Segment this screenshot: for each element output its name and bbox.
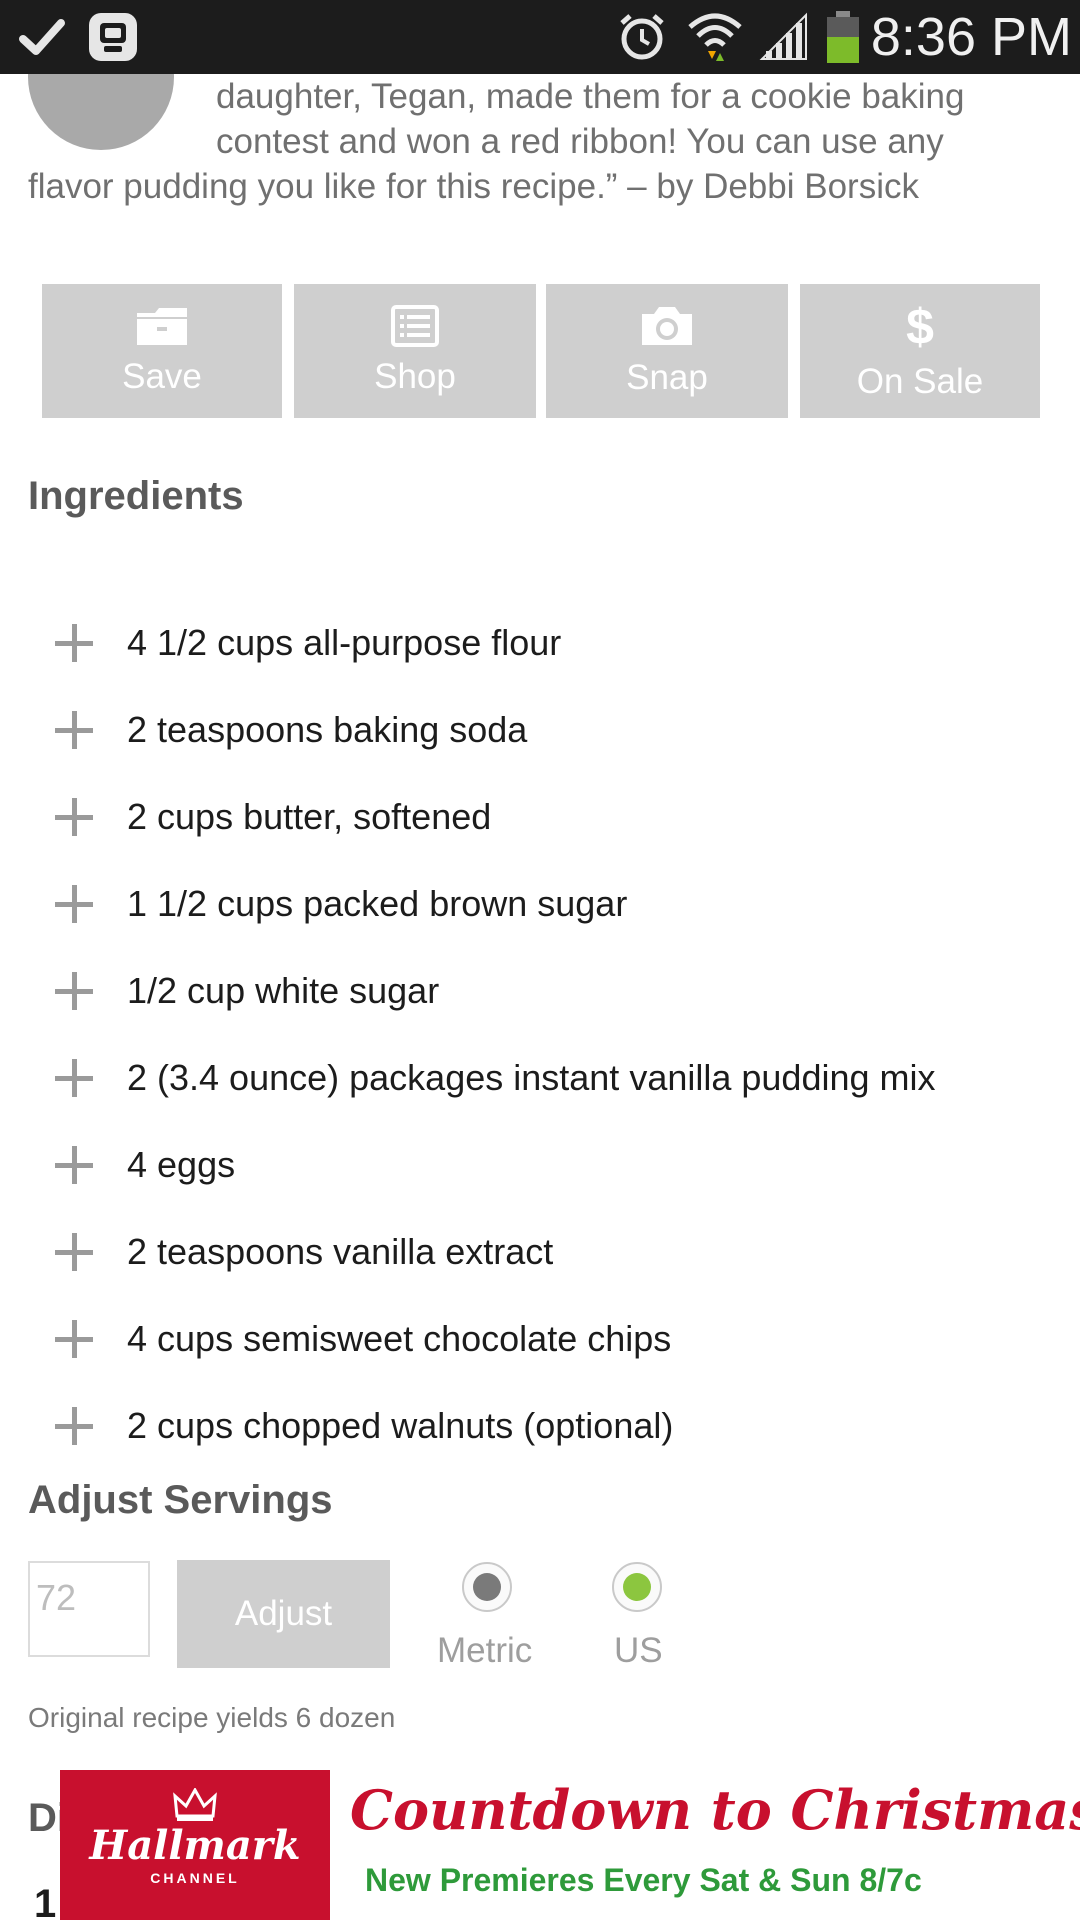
dollar-icon: $ bbox=[906, 300, 934, 352]
battery-icon bbox=[824, 0, 862, 74]
list-icon bbox=[391, 305, 439, 347]
adjust-servings-heading: Adjust Servings bbox=[28, 1478, 333, 1522]
ad-brand-sub: CHANNEL bbox=[150, 1870, 240, 1886]
ingredient-item[interactable]: 4 cups semisweet chocolate chips bbox=[0, 1295, 1080, 1382]
ingredient-text: 2 teaspoons baking soda bbox=[127, 708, 528, 750]
adjust-button[interactable]: Adjust bbox=[177, 1560, 390, 1668]
save-button[interactable]: Save bbox=[42, 284, 282, 418]
plus-icon[interactable] bbox=[55, 884, 93, 923]
plus-icon[interactable] bbox=[55, 1145, 93, 1184]
status-bar: 8:36 PM bbox=[0, 0, 1080, 74]
step-number: 1 bbox=[34, 1882, 57, 1920]
plus-icon[interactable] bbox=[55, 971, 93, 1010]
ingredient-text: 4 cups semisweet chocolate chips bbox=[127, 1317, 672, 1359]
plus-icon[interactable] bbox=[55, 710, 93, 749]
save-label: Save bbox=[122, 357, 202, 396]
svg-text:$: $ bbox=[906, 300, 934, 352]
ingredient-item[interactable]: 4 eggs bbox=[0, 1121, 1080, 1208]
description-line: flavor pudding you like for this recipe.… bbox=[28, 167, 919, 206]
ingredient-item[interactable]: 2 teaspoons baking soda bbox=[0, 686, 1080, 773]
metric-radio[interactable] bbox=[462, 1562, 512, 1612]
clock: 8:36 PM bbox=[870, 7, 1072, 67]
crown-icon bbox=[173, 1788, 217, 1821]
camera-icon bbox=[642, 307, 692, 345]
us-radio[interactable] bbox=[612, 1562, 662, 1612]
ingredient-text: 2 teaspoons vanilla extract bbox=[127, 1230, 554, 1272]
ingredient-text: 1 1/2 cups packed brown sugar bbox=[127, 882, 628, 924]
ingredient-item[interactable]: 2 cups chopped walnuts (optional) bbox=[0, 1382, 1080, 1469]
snap-label: Snap bbox=[626, 358, 708, 397]
ingredient-item[interactable]: 2 teaspoons vanilla extract bbox=[0, 1208, 1080, 1295]
ingredient-text: 2 (3.4 ounce) packages instant vanilla p… bbox=[127, 1056, 936, 1098]
plus-icon[interactable] bbox=[55, 1319, 93, 1358]
recipe-content[interactable]: daughter, Tegan, made them for a cookie … bbox=[0, 74, 1080, 1920]
description-line: contest and won a red ribbon! You can us… bbox=[216, 122, 944, 161]
app-notification-icon bbox=[86, 0, 140, 74]
ingredient-item[interactable]: 4 1/2 cups all-purpose flour bbox=[0, 599, 1080, 686]
ingredient-item[interactable]: 2 (3.4 ounce) packages instant vanilla p… bbox=[0, 1034, 1080, 1121]
ingredients-heading: Ingredients bbox=[28, 474, 244, 518]
hallmark-logo: Hallmark CHANNEL bbox=[60, 1770, 330, 1920]
ingredient-text: 2 cups butter, softened bbox=[127, 795, 492, 837]
ad-banner[interactable]: Hallmark CHANNEL Countdown to Christmas … bbox=[60, 1770, 1080, 1920]
description-line: daughter, Tegan, made them for a cookie … bbox=[216, 77, 965, 116]
ad-subtitle: New Premieres Every Sat & Sun 8/7c bbox=[365, 1862, 922, 1898]
on-sale-button[interactable]: $ On Sale bbox=[800, 284, 1040, 418]
check-icon bbox=[18, 0, 66, 74]
radio-dot bbox=[623, 1573, 651, 1601]
plus-icon[interactable] bbox=[55, 1406, 93, 1445]
ingredient-text: 4 1/2 cups all-purpose flour bbox=[127, 621, 562, 663]
plus-icon[interactable] bbox=[55, 1058, 93, 1097]
ingredient-text: 1/2 cup white sugar bbox=[127, 969, 440, 1011]
plus-icon[interactable] bbox=[55, 623, 93, 662]
shop-label: Shop bbox=[374, 357, 456, 396]
recipe-description: daughter, Tegan, made them for a cookie … bbox=[28, 74, 1048, 209]
on-sale-label: On Sale bbox=[856, 362, 984, 401]
signal-icon bbox=[758, 0, 810, 74]
ingredient-text: 2 cups chopped walnuts (optional) bbox=[127, 1404, 674, 1446]
plus-icon[interactable] bbox=[55, 797, 93, 836]
ingredient-item[interactable]: 1 1/2 cups packed brown sugar bbox=[0, 860, 1080, 947]
snap-button[interactable]: Snap bbox=[546, 284, 788, 418]
shop-button[interactable]: Shop bbox=[294, 284, 536, 418]
ad-brand: Hallmark bbox=[89, 1822, 301, 1869]
metric-label[interactable]: Metric bbox=[437, 1631, 532, 1671]
wifi-icon bbox=[686, 0, 744, 74]
ingredient-item[interactable]: 1/2 cup white sugar bbox=[0, 947, 1080, 1034]
recipe-yield: Original recipe yields 6 dozen bbox=[28, 1702, 396, 1733]
ad-title: Countdown to Christmas bbox=[350, 1778, 1080, 1842]
alarm-icon bbox=[616, 0, 668, 74]
servings-input[interactable]: 72 bbox=[28, 1561, 150, 1657]
ingredient-item[interactable]: 2 cups butter, softened bbox=[0, 773, 1080, 860]
folder-icon bbox=[137, 308, 187, 345]
radio-dot bbox=[473, 1573, 501, 1601]
us-label[interactable]: US bbox=[614, 1631, 663, 1671]
ingredient-text: 4 eggs bbox=[127, 1143, 236, 1185]
plus-icon[interactable] bbox=[55, 1232, 93, 1271]
